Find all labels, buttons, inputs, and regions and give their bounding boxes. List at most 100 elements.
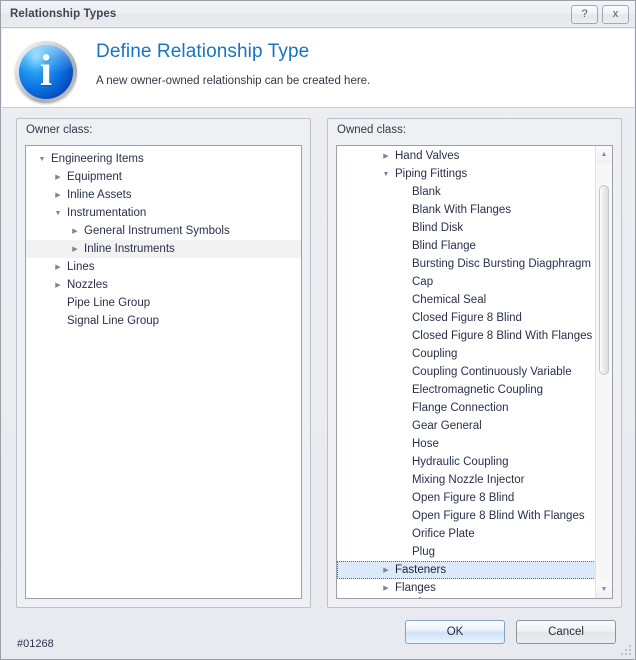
tree-item-label: Hydraulic Coupling	[412, 456, 509, 468]
footer-buttons: OK Cancel	[405, 620, 616, 644]
resize-grip-icon[interactable]	[620, 644, 632, 656]
tree-item[interactable]: ▶ Lines	[26, 258, 301, 276]
chevron-down-icon[interactable]: ▼	[34, 156, 50, 163]
tree-item[interactable]: ▶ Hand Valves	[337, 147, 612, 165]
tree-item-label: Pipe Line Group	[67, 297, 151, 309]
tree-item-label: Engineering Items	[51, 153, 144, 165]
chevron-right-icon[interactable]: ▶	[378, 567, 394, 574]
tree-item[interactable]: Blind Flange	[337, 237, 612, 255]
tree-item-label: Equipment	[67, 171, 122, 183]
tree-item[interactable]: ▶ Nozzles	[26, 276, 301, 294]
owned-class-group: Owned class: ▶ Hand Valves ▼ Piping Fitting…	[327, 118, 622, 608]
tree-item[interactable]: Closed Figure 8 Blind	[337, 309, 612, 327]
tree-item[interactable]: Blank	[337, 183, 612, 201]
status-id: #01268	[17, 638, 54, 650]
tree-item[interactable]: Pipe Line Group	[26, 294, 301, 312]
chevron-right-icon[interactable]: ▶	[378, 153, 394, 160]
tree-item-label: Signal Line Group	[67, 315, 160, 327]
tree-item[interactable]: ▼ Piping Fittings	[337, 165, 612, 183]
owner-class-tree[interactable]: ▼ Engineering Items ▶ Equipment ▶ Inline Asse…	[25, 145, 302, 599]
page-subtitle: A new owner-owned relationship can be cr…	[96, 75, 371, 87]
tree-item-label: Piping Fittings	[395, 168, 468, 180]
header-banner: i Define Relationship Type A new owner-o…	[2, 29, 634, 108]
tree-item[interactable]: Flange Connection	[337, 399, 612, 417]
help-button[interactable]: ?	[571, 4, 598, 24]
tree-item[interactable]: Hydraulic Coupling	[337, 453, 612, 471]
tree-item[interactable]: Plug	[337, 543, 612, 561]
tree-item-label: Lines	[67, 261, 95, 273]
tree-item[interactable]: Closed Figure 8 Blind With Flanges	[337, 327, 612, 345]
chevron-right-icon[interactable]: ▶	[67, 228, 83, 235]
tree-item-label: Inline Instruments	[84, 243, 175, 255]
tree-item-label: Coupling	[412, 348, 458, 360]
tree-item[interactable]: Blank With Flanges	[337, 201, 612, 219]
tree-item[interactable]: Cap	[337, 273, 612, 291]
chevron-right-icon[interactable]: ▶	[67, 246, 83, 253]
owner-class-group: Owner class: ▼ Engineering Items ▶ Equipmen…	[16, 118, 311, 608]
tree-item[interactable]: ▼ Engineering Items	[26, 150, 301, 168]
tree-item-label: Plug	[412, 546, 436, 558]
tree-item[interactable]: Electromagnetic Coupling	[337, 381, 612, 399]
owner-tree-rows: ▼ Engineering Items ▶ Equipment ▶ Inline Asse…	[26, 146, 301, 330]
tree-item[interactable]: Coupling	[337, 345, 612, 363]
chevron-right-icon[interactable]: ▶	[378, 585, 394, 592]
page-title: Define Relationship Type	[96, 41, 310, 62]
tree-item[interactable]: Open Figure 8 Blind With Flanges	[337, 507, 612, 525]
tree-item[interactable]: Open Figure 8 Blind	[337, 489, 612, 507]
tree-item-label: Blind Flange	[412, 240, 476, 252]
tree-item[interactable]: ▶ Equipment	[26, 168, 301, 186]
tree-item-label: Open Figure 8 Blind	[412, 492, 515, 504]
chevron-right-icon[interactable]: ▶	[50, 174, 66, 181]
tree-item[interactable]: Orifice Plate	[337, 525, 612, 543]
chevron-down-icon[interactable]: ▼	[50, 210, 66, 217]
dialog-body: Owner class: ▼ Engineering Items ▶ Equipmen…	[1, 108, 635, 611]
tree-item[interactable]: ▼ Instrumentation	[26, 204, 301, 222]
tree-item[interactable]: Hose	[337, 435, 612, 453]
ok-button[interactable]: OK	[405, 620, 505, 644]
tree-item[interactable]: Gear General	[337, 417, 612, 435]
owned-class-label: Owned class:	[337, 124, 407, 136]
tree-item[interactable]: ▶ Fasteners	[337, 561, 612, 579]
tree-item-label: General Instrument Symbols	[84, 225, 230, 237]
tree-item-label: Pump Electric Motor Drive Gearbox T	[394, 597, 586, 598]
tree-item-label: Flanges	[395, 582, 436, 594]
tree-item-label: Gear General	[412, 420, 482, 432]
window-title: Relationship Types	[10, 8, 117, 20]
chevron-down-icon[interactable]: ▼	[378, 171, 394, 178]
owned-tree-scrollbar[interactable]: ▲ ▼	[595, 146, 612, 598]
scrollbar-track[interactable]	[596, 163, 612, 581]
chevron-right-icon[interactable]: ▶	[50, 282, 66, 289]
tree-item[interactable]: Chemical Seal	[337, 291, 612, 309]
title-bar-buttons: ? x	[571, 4, 631, 24]
owned-class-tree[interactable]: ▶ Hand Valves ▼ Piping Fittings Blank Blank W…	[336, 145, 613, 599]
chevron-right-icon[interactable]: ▶	[50, 264, 66, 271]
tree-item[interactable]: Coupling Continuously Variable	[337, 363, 612, 381]
tree-item[interactable]: ▶ Inline Instruments	[26, 240, 301, 258]
tree-item[interactable]: Bursting Disc Bursting Diagphragm	[337, 255, 612, 273]
tree-item[interactable]: ▶ Inline Assets	[26, 186, 301, 204]
tree-item-label: Hand Valves	[395, 150, 460, 162]
scroll-up-icon[interactable]: ▲	[596, 146, 612, 163]
tree-item[interactable]: ▶ Flanges	[337, 579, 612, 597]
close-button[interactable]: x	[602, 4, 629, 24]
tree-item-label: Blind Disk	[412, 222, 464, 234]
tree-item-label: Closed Figure 8 Blind With Flanges	[412, 330, 593, 342]
tree-item-label: Inline Assets	[67, 189, 132, 201]
tree-item[interactable]: ▶Pump Electric Motor Drive Gearbox T	[337, 597, 612, 598]
tree-item-label: Nozzles	[67, 279, 108, 291]
tree-item-label: Blank	[412, 186, 441, 198]
tree-item[interactable]: Mixing Nozzle Injector	[337, 471, 612, 489]
tree-item-label: Closed Figure 8 Blind	[412, 312, 522, 324]
tree-item-label: Blank With Flanges	[412, 204, 512, 216]
tree-item-label: Flange Connection	[412, 402, 509, 414]
tree-item-label: Cap	[412, 276, 434, 288]
scroll-down-icon[interactable]: ▼	[596, 581, 612, 598]
cancel-button[interactable]: Cancel	[516, 620, 616, 644]
tree-item-label: Electromagnetic Coupling	[412, 384, 544, 396]
scrollbar-thumb[interactable]	[599, 185, 609, 375]
tree-item-label: Mixing Nozzle Injector	[412, 474, 525, 486]
tree-item[interactable]: Blind Disk	[337, 219, 612, 237]
tree-item[interactable]: ▶ General Instrument Symbols	[26, 222, 301, 240]
chevron-right-icon[interactable]: ▶	[50, 192, 66, 199]
tree-item[interactable]: Signal Line Group	[26, 312, 301, 330]
